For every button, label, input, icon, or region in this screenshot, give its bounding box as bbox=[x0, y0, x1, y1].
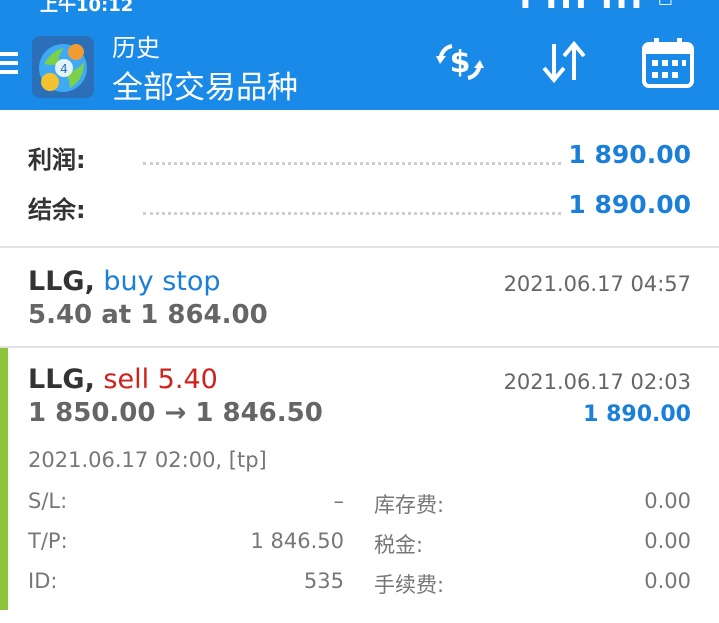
status-time: 上午10:12 bbox=[40, 0, 134, 12]
app-bar: 4 历史 全部交易品种 $ bbox=[0, 12, 719, 110]
id-label: ID: bbox=[28, 569, 58, 593]
order-symbol: LLG, bbox=[28, 364, 95, 395]
tax-label: 税金: bbox=[374, 533, 424, 557]
calendar-icon[interactable] bbox=[640, 34, 696, 90]
status-bar: 上午10:12 ▮ ▮▮▮ ▮▮▮ ▭ bbox=[0, 0, 719, 12]
order-volume-price: 5.40 at 1 864.00 bbox=[28, 300, 268, 330]
tax-value: 0.00 bbox=[644, 529, 691, 553]
svg-text:$: $ bbox=[450, 45, 471, 80]
fee-value: 0.00 bbox=[644, 569, 691, 593]
symbol-filter-title[interactable]: 全部交易品种 bbox=[112, 62, 298, 107]
position-indicator bbox=[0, 348, 8, 610]
order-item[interactable]: LLG, buy stop 2021.06.17 04:57 5.40 at 1… bbox=[0, 248, 719, 346]
app-logo-icon: 4 bbox=[30, 34, 96, 100]
profit-value: 1 890.00 bbox=[562, 140, 691, 169]
tp-value: 1 846.50 bbox=[250, 529, 344, 553]
sl-label: S/L: bbox=[28, 489, 68, 513]
status-icons: ▮ ▮▮▮ ▮▮▮ ▭ bbox=[520, 0, 679, 10]
profit-row: 利润: 1 890.00 bbox=[28, 140, 691, 176]
order-prices: 1 850.00 → 1 846.50 bbox=[28, 398, 323, 428]
order-profit: 1 890.00 bbox=[583, 402, 691, 427]
currency-exchange-icon[interactable]: $ bbox=[432, 34, 488, 90]
order-open-info: 2021.06.17 02:00, [tp] bbox=[28, 448, 267, 472]
id-value: 535 bbox=[303, 569, 344, 593]
order-time: 2021.06.17 04:57 bbox=[503, 272, 691, 296]
order-symbol: LLG, bbox=[28, 266, 95, 297]
sort-icon[interactable] bbox=[536, 34, 592, 90]
swap-value: 0.00 bbox=[644, 489, 691, 513]
balance-row: 结余: 1 890.00 bbox=[28, 190, 691, 226]
order-header: LLG, buy stop bbox=[28, 266, 221, 297]
order-type: buy stop bbox=[103, 266, 221, 297]
sl-value: – bbox=[333, 489, 345, 513]
fee-label: 手续费: bbox=[374, 573, 445, 597]
order-time: 2021.06.17 02:03 bbox=[503, 370, 691, 394]
svg-text:4: 4 bbox=[60, 62, 68, 76]
tp-label: T/P: bbox=[28, 529, 68, 553]
dotted-leader bbox=[143, 212, 561, 215]
order-item-expanded[interactable]: LLG, sell 5.40 2021.06.17 02:03 1 850.00… bbox=[0, 348, 719, 610]
order-type: sell 5.40 bbox=[103, 364, 218, 395]
history-summary: 利润: 1 890.00 结余: 1 890.00 bbox=[0, 110, 719, 246]
hamburger-icon[interactable] bbox=[0, 52, 18, 80]
screen-title: 历史 bbox=[112, 34, 160, 62]
dotted-leader bbox=[143, 162, 561, 165]
swap-label: 库存费: bbox=[374, 493, 445, 517]
balance-value: 1 890.00 bbox=[562, 190, 691, 219]
profit-label: 利润: bbox=[28, 140, 92, 175]
balance-label: 结余: bbox=[28, 190, 92, 225]
order-header: LLG, sell 5.40 bbox=[28, 364, 218, 395]
